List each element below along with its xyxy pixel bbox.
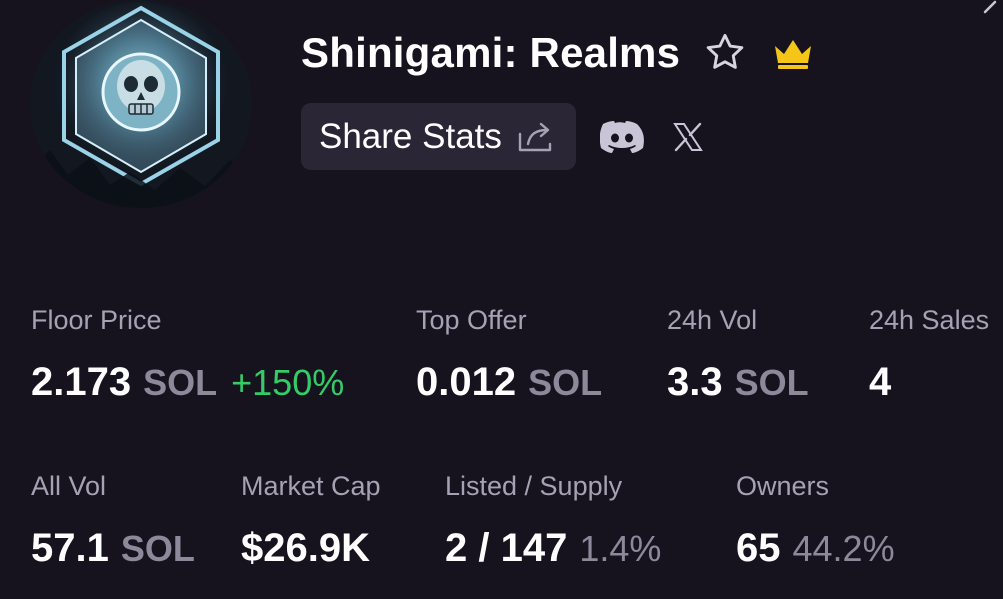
stat-label: Owners — [736, 471, 830, 501]
stat-all-vol: All Vol 57.1 SOL — [31, 471, 195, 571]
floor-price-unit: SOL — [143, 362, 218, 403]
stat-top-offer: Top Offer 0.012 SOL — [416, 305, 602, 405]
stat-label: All Vol — [31, 471, 107, 501]
star-icon[interactable] — [702, 30, 748, 76]
stat-24h-vol: 24h Vol 3.3 SOL — [667, 305, 809, 405]
all-vol-value: 57.1 — [31, 526, 109, 570]
stat-floor-price: Floor Price 2.173 SOL +150% — [31, 305, 344, 405]
stat-market-cap: Market Cap $26.9K — [241, 471, 381, 571]
stat-value-row: 0.012 SOL — [416, 360, 602, 405]
owners-percent: 44.2% — [792, 528, 895, 569]
collection-title: Shinigami: Realms — [301, 29, 681, 76]
stat-label: Market Cap — [241, 471, 381, 501]
stat-label: 24h Sales — [869, 305, 990, 335]
top-offer-unit: SOL — [528, 362, 603, 403]
stat-value-row: $26.9K — [241, 526, 381, 571]
market-cap-value: $26.9K — [241, 526, 370, 570]
sales-24h-value: 4 — [869, 360, 892, 404]
listed-supply-percent: 1.4% — [579, 528, 662, 569]
crown-icon — [775, 40, 812, 69]
chevron-icon[interactable] — [979, 0, 1001, 16]
vol-24h-value: 3.3 — [667, 360, 723, 404]
vol-24h-unit: SOL — [734, 362, 809, 403]
share-stats-button[interactable]: Share Stats — [301, 103, 576, 170]
stat-value-row: 4 — [869, 360, 989, 405]
share-stats-label: Share Stats — [319, 116, 502, 156]
top-offer-value: 0.012 — [416, 360, 517, 404]
all-vol-unit: SOL — [120, 528, 195, 569]
stat-label: Floor Price — [31, 305, 162, 335]
skull-emblem-image — [30, 0, 252, 208]
stat-label: Listed / Supply — [445, 471, 623, 501]
owners-value: 65 — [736, 526, 781, 570]
stat-24h-sales: 24h Sales 4 — [869, 305, 989, 405]
listed-supply-value: 2 / 147 — [445, 526, 568, 570]
collection-avatar — [30, 0, 252, 208]
share-icon — [518, 122, 552, 151]
stat-value-row: 3.3 SOL — [667, 360, 809, 405]
collection-header-page: Shinigami: Realms Share Stats Floor Pric… — [0, 0, 1003, 599]
title-row: Shinigami: Realms — [301, 26, 814, 80]
floor-price-change: +150% — [231, 362, 345, 403]
stat-owners: Owners 65 44.2% — [736, 471, 895, 571]
actions-row: Share Stats — [301, 103, 704, 170]
stat-value-row: 2 / 147 1.4% — [445, 526, 661, 571]
stat-listed-supply: Listed / Supply 2 / 147 1.4% — [445, 471, 661, 571]
x-icon[interactable] — [672, 121, 704, 153]
discord-icon[interactable] — [599, 120, 644, 154]
stat-label: 24h Vol — [667, 305, 758, 335]
floor-price-value: 2.173 — [31, 360, 132, 404]
stat-value-row: 65 44.2% — [736, 526, 895, 571]
stat-label: Top Offer — [416, 305, 527, 335]
stat-value-row: 2.173 SOL +150% — [31, 360, 344, 405]
stat-value-row: 57.1 SOL — [31, 526, 195, 571]
